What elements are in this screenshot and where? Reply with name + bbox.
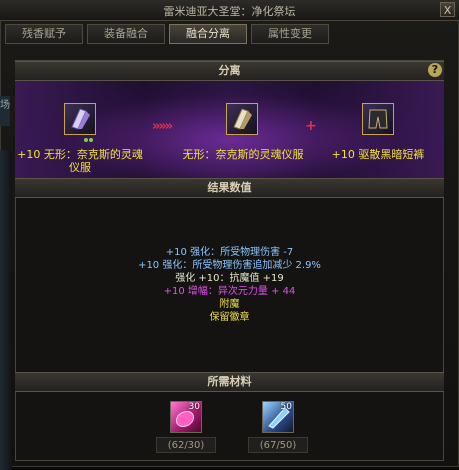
result-line-phys-damage: +10 强化：所受物理伤害 -7 — [165, 247, 294, 258]
results-header-label: 结果数值 — [207, 181, 252, 194]
separate-header: 分离 — [15, 61, 444, 81]
result-line-magic-resist: 强化 +10：抗魔值 +19 — [175, 273, 284, 284]
socket-dots — [83, 127, 93, 142]
background-window-edge: 场 — [0, 96, 10, 126]
extracted-item-label: +10 驱散黑暗短裤 — [331, 148, 425, 161]
material-1-badge: 30 — [188, 402, 200, 412]
tab-equipment-fusion[interactable]: 装备融合 — [87, 24, 165, 44]
help-button[interactable]: ? — [428, 63, 442, 77]
results-header: 结果数值 — [15, 178, 444, 198]
source-item-slot[interactable] — [64, 103, 96, 142]
source-item-label: +10 无形：奈克斯的灵魂仪服 — [17, 148, 143, 174]
separation-display: +10 无形：奈克斯的灵魂仪服 »»» 无形：奈克斯的灵魂仪服 + +10 驱散… — [15, 81, 444, 180]
title-bar[interactable]: 雷米迪亚大圣堂：净化祭坛 X — [0, 0, 459, 21]
result-item-label: 无形：奈克斯的灵魂仪服 — [182, 148, 304, 161]
background-decoration — [0, 150, 12, 470]
material-2-badge: 50 — [280, 402, 292, 412]
plus-sign: + — [305, 118, 317, 134]
material-slot-1[interactable]: 30 — [170, 401, 202, 433]
result-line-enchant: 附魔 — [219, 299, 240, 310]
material-slot-2[interactable]: 50 — [262, 401, 294, 433]
material-2-owned: (67/50) — [248, 437, 308, 453]
arrow-indicator: »»» — [152, 119, 173, 134]
result-line-emblem: 保留徽章 — [209, 312, 250, 323]
extracted-item-slot[interactable] — [362, 103, 394, 135]
separate-header-label: 分离 — [218, 64, 241, 77]
window-title: 雷米迪亚大圣堂：净化祭坛 — [163, 5, 296, 18]
tab-attribute-change[interactable]: 属性变更 — [251, 24, 329, 44]
result-line-phys-reduction: +10 强化：所受物理伤害追加减少 2.9% — [138, 260, 321, 271]
soul-robe-icon — [233, 108, 252, 130]
result-item-slot[interactable] — [226, 103, 258, 135]
background-window-text: 场 — [0, 100, 10, 111]
result-line-amplify: +10 增幅：异次元力量 + 44 — [163, 286, 296, 297]
materials-header-label: 所需材料 — [207, 375, 252, 388]
tab-residual-scent[interactable]: 残香赋予 — [5, 24, 83, 44]
dark-shorts-icon — [368, 109, 388, 129]
result-values: +10 强化：所受物理伤害 -7 +10 强化：所受物理伤害追加减少 2.9% … — [15, 246, 444, 324]
materials-header: 所需材料 — [15, 372, 444, 392]
close-button[interactable]: X — [440, 2, 455, 17]
tab-fusion-separation[interactable]: 融合分离 — [169, 24, 247, 44]
material-1-owned: (62/30) — [156, 437, 216, 453]
